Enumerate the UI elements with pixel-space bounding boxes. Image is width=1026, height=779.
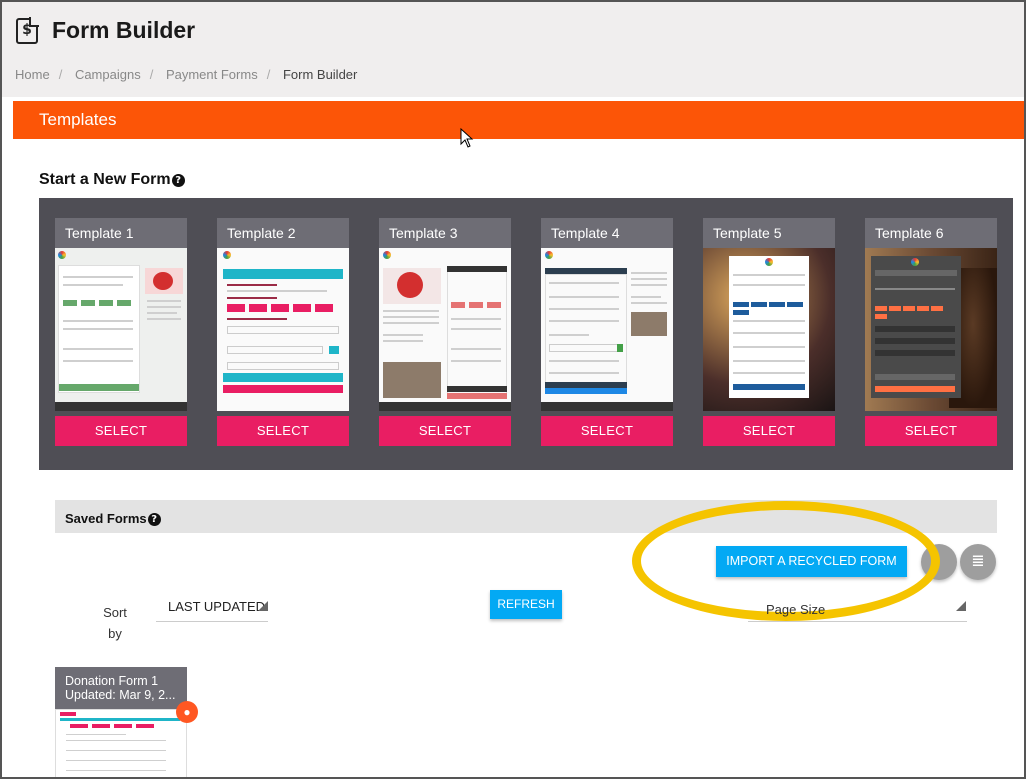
page-header: $ Form Builder Home / Campaigns / Payment … <box>2 2 1024 97</box>
reddit-icon[interactable]: ● <box>176 701 198 723</box>
sort-by-select[interactable]: LAST UPDATED <box>156 596 268 622</box>
breadcrumb-home[interactable]: Home <box>15 67 50 82</box>
select-template-1-button[interactable]: SELECT <box>55 416 187 446</box>
select-template-6-button[interactable]: SELECT <box>865 416 997 446</box>
select-template-2-button[interactable]: SELECT <box>217 416 349 446</box>
template-card-title: Template 3 <box>379 218 511 248</box>
refresh-button[interactable]: REFRESH <box>490 590 562 619</box>
saved-form-card[interactable]: Donation Form 1 Updated: Mar 9, 2... <box>55 667 187 777</box>
help-icon[interactable]: ? <box>147 513 161 526</box>
template-card-title: Template 5 <box>703 218 835 248</box>
saved-form-thumbnail[interactable] <box>55 709 187 777</box>
breadcrumb: Home / Campaigns / Payment Forms / Form Bui… <box>15 67 358 82</box>
template-thumbnail[interactable] <box>703 248 835 411</box>
template-card-title: Template 6 <box>865 218 997 248</box>
template-gallery: Template 1 SELECT Template 2 SELECT Temp… <box>39 198 1013 470</box>
template-card-5: Template 5 SELECT <box>703 218 835 446</box>
select-template-5-button[interactable]: SELECT <box>703 416 835 446</box>
app-window: $ Form Builder Home / Campaigns / Payment … <box>0 0 1026 779</box>
list-view-button[interactable]: ≣ <box>960 544 996 580</box>
saved-form-name: Donation Form 1 <box>65 674 159 688</box>
mouse-cursor-icon <box>460 128 474 148</box>
template-card-6: Template 6 SELECT <box>865 218 997 446</box>
saved-forms-title: Saved Forms? <box>65 511 161 526</box>
sort-by-label: Sort by <box>103 605 127 641</box>
select-template-3-button[interactable]: SELECT <box>379 416 511 446</box>
template-card-2: Template 2 SELECT <box>217 218 349 446</box>
breadcrumb-form-builder: Form Builder <box>282 67 358 82</box>
breadcrumb-campaigns[interactable]: Campaigns <box>75 67 141 82</box>
start-new-form-title: Start a New Form? <box>39 171 185 189</box>
template-card-title: Template 2 <box>217 218 349 248</box>
template-card-title: Template 1 <box>55 218 187 248</box>
page-size-caret-icon <box>956 601 966 611</box>
page-size-select[interactable]: Page Size <box>748 596 967 622</box>
help-icon[interactable]: ? <box>171 174 185 187</box>
select-template-4-button[interactable]: SELECT <box>541 416 673 446</box>
template-thumbnail[interactable] <box>541 248 673 411</box>
template-card-1: Template 1 SELECT <box>55 218 187 446</box>
template-thumbnail[interactable] <box>379 248 511 411</box>
sort-dropdown-caret-icon <box>258 601 268 611</box>
template-thumbnail[interactable] <box>217 248 349 411</box>
template-card-title: Template 4 <box>541 218 673 248</box>
breadcrumb-payment-forms[interactable]: Payment Forms <box>166 67 258 82</box>
saved-form-card-header: Donation Form 1 Updated: Mar 9, 2... <box>55 667 187 709</box>
templates-title: Templates <box>39 110 117 129</box>
page-title: Form Builder <box>52 17 196 43</box>
template-card-4: Template 4 SELECT <box>541 218 673 446</box>
template-card-3: Template 3 SELECT <box>379 218 511 446</box>
templates-section-header: Templates <box>13 101 1024 139</box>
template-thumbnail[interactable] <box>865 248 997 411</box>
template-thumbnail[interactable] <box>55 248 187 411</box>
list-view-icon: ≣ <box>971 553 985 570</box>
dollar-document-icon: $ <box>16 17 39 44</box>
saved-form-updated: Updated: Mar 9, 2... <box>65 688 176 702</box>
